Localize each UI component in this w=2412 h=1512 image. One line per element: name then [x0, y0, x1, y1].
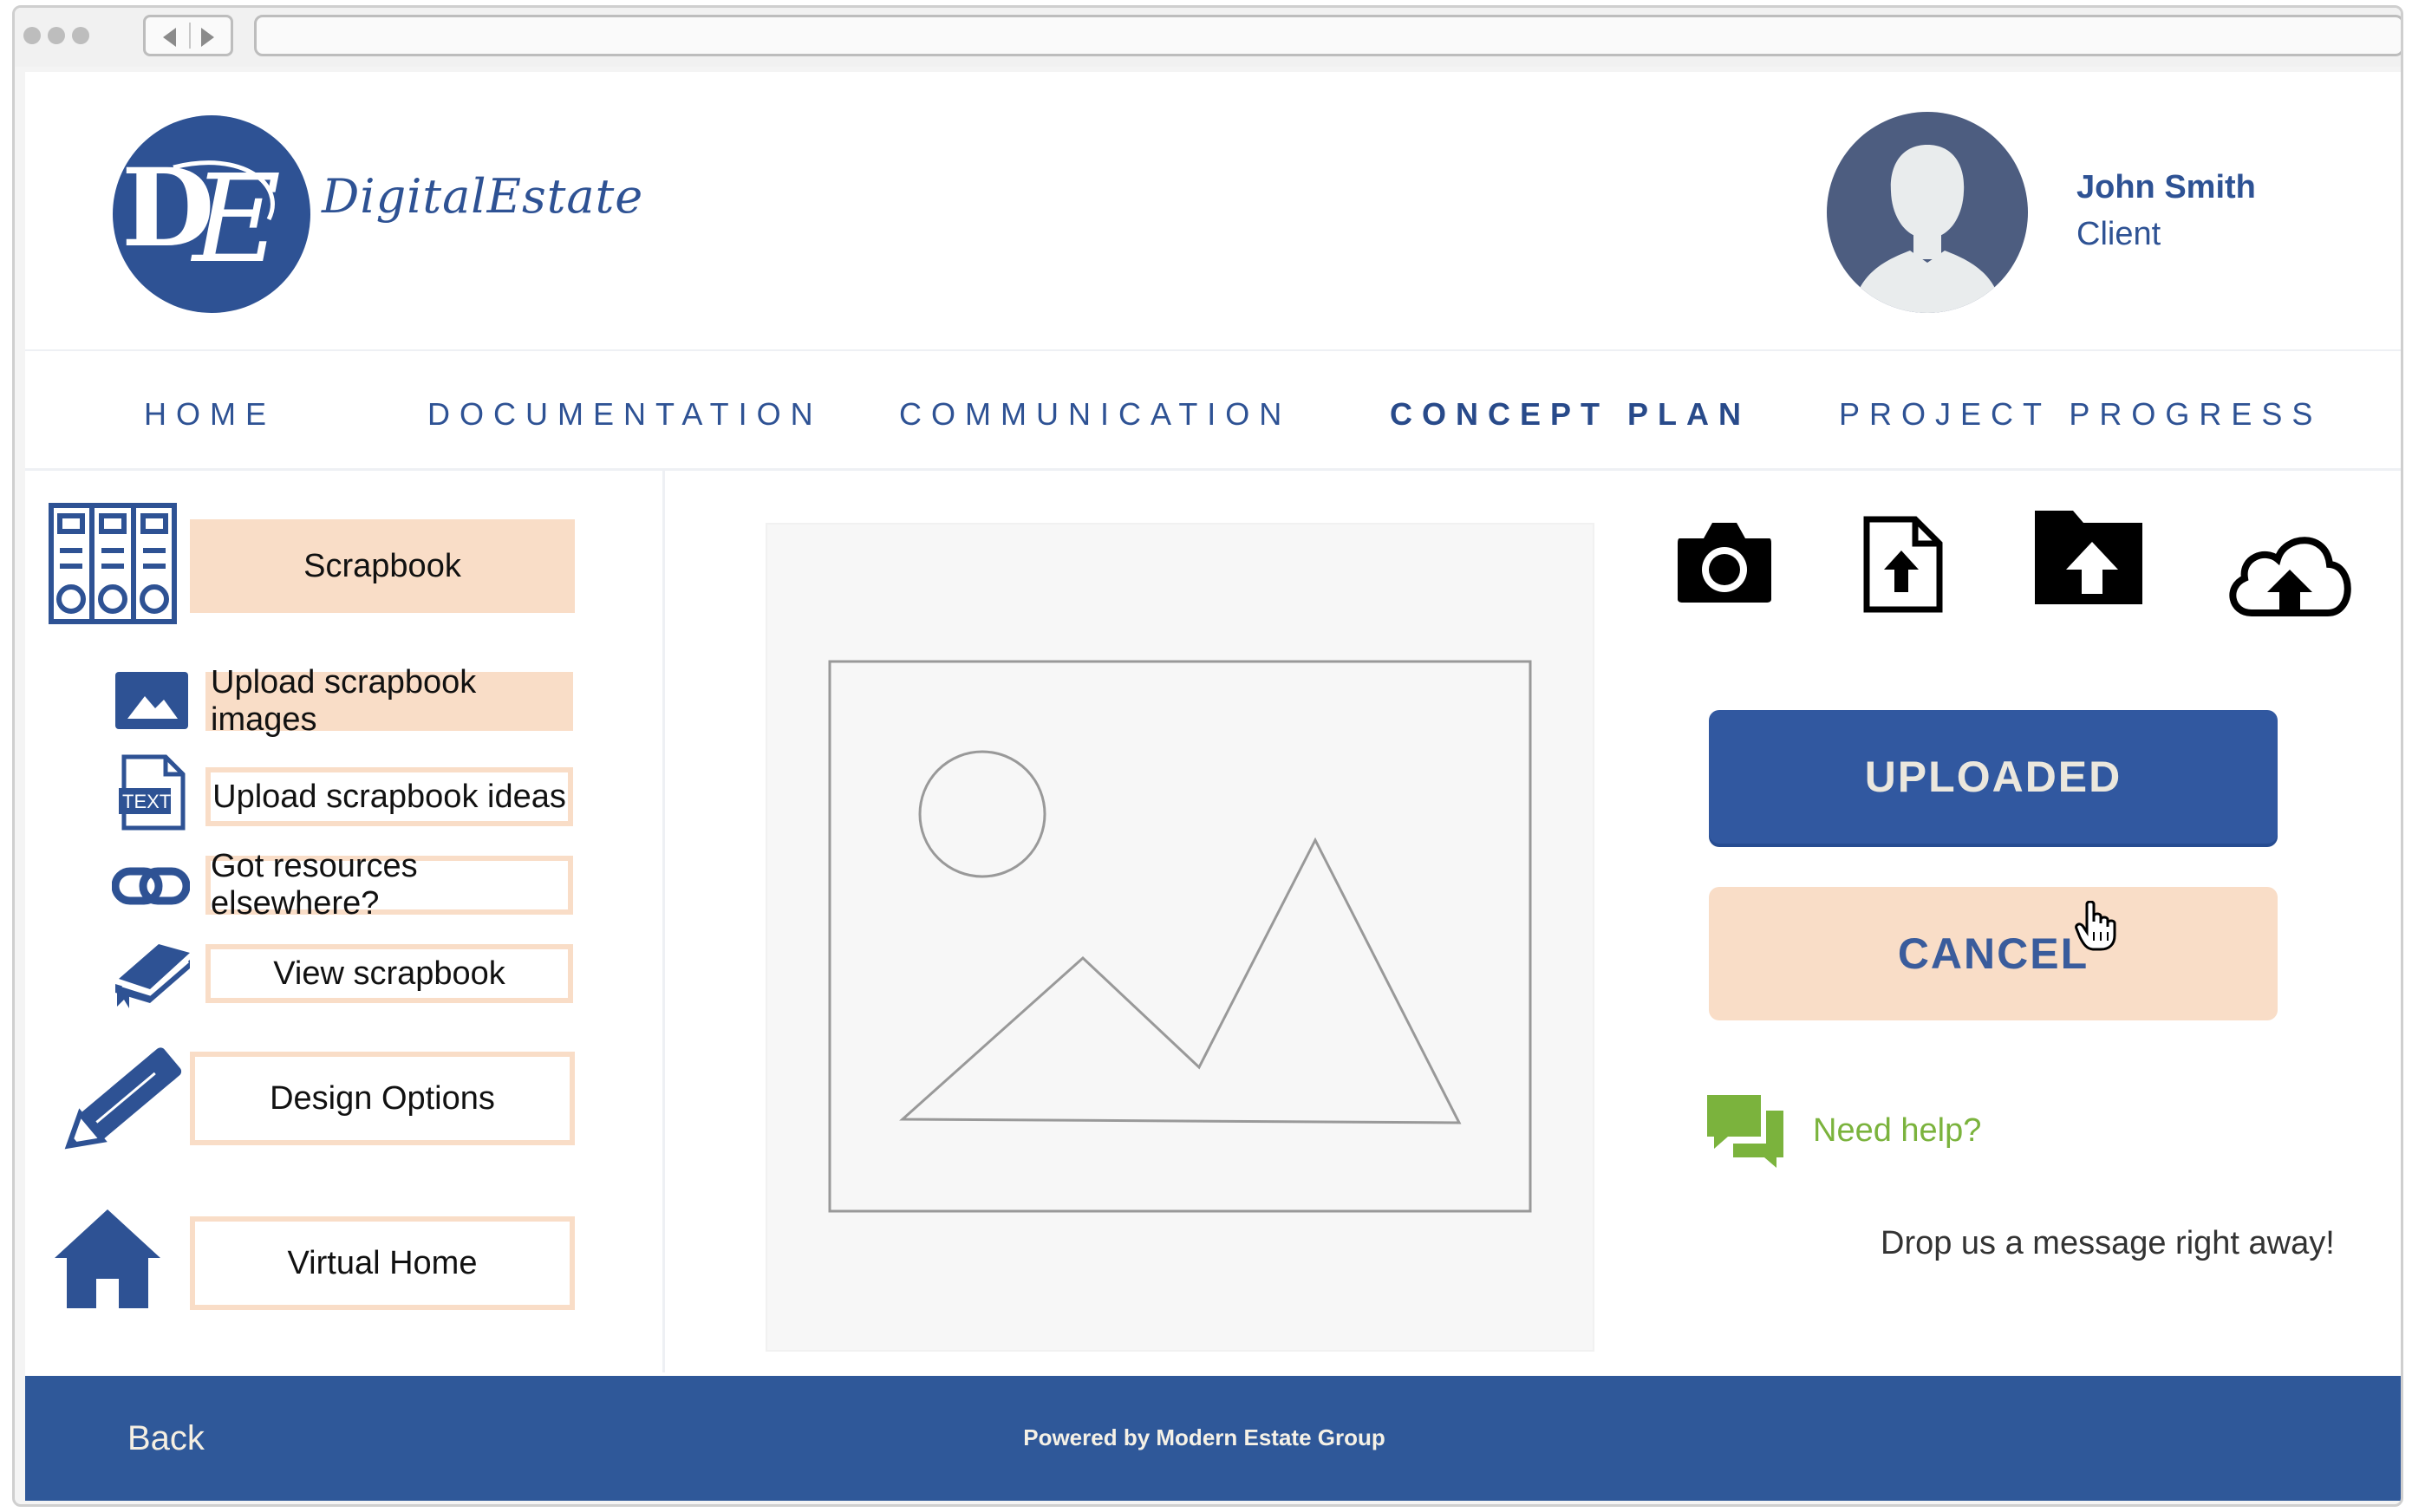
svg-text:TEXT: TEXT	[122, 791, 171, 812]
design-options-label: Design Options	[270, 1079, 495, 1117]
got-resources-elsewhere-button[interactable]: Got resources elsewhere?	[205, 848, 573, 922]
sidebar: Scrapbook Upload scrapbook images TEXT U…	[25, 471, 665, 1372]
need-help-link[interactable]: Need help?	[1813, 1112, 1981, 1150]
main-nav: HOME DOCUMENTATION COMMUNICATION CONCEPT…	[25, 349, 2401, 471]
image-placeholder-icon	[828, 660, 1532, 1213]
upload-scrapbook-ideas-label: Upload scrapbook ideas	[212, 778, 566, 815]
forward-arrow-icon[interactable]	[201, 28, 214, 47]
binders-icon	[49, 503, 177, 624]
cancel-button[interactable]: CANCEL	[1709, 887, 2278, 1020]
image-preview[interactable]	[766, 523, 1594, 1352]
logo-monogram-icon: D E	[121, 146, 281, 290]
user-silhouette-icon	[1853, 145, 2002, 313]
pencil-icon	[64, 1047, 182, 1150]
nav-concept-plan[interactable]: CONCEPT PLAN	[1390, 396, 1750, 433]
minimize-window-dot[interactable]	[48, 27, 65, 44]
footer: Back Powered by Modern Estate Group	[25, 1376, 2401, 1501]
logo[interactable]: D E	[113, 115, 310, 313]
close-window-dot[interactable]	[23, 27, 41, 44]
browser-window: D E DigitalEstate John Smith Client HOME…	[12, 5, 2403, 1507]
home-icon	[55, 1209, 160, 1308]
history-navigation	[143, 15, 233, 56]
nav-project-progress[interactable]: PROJECT PROGRESS	[1839, 396, 2322, 433]
back-arrow-icon[interactable]	[163, 28, 176, 47]
user-role: Client	[2076, 216, 2161, 252]
browser-toolbar	[15, 8, 2401, 67]
view-scrapbook-label: View scrapbook	[273, 955, 505, 992]
cancel-label: CANCEL	[1897, 929, 2089, 978]
nav-documentation[interactable]: DOCUMENTATION	[427, 396, 823, 433]
uploaded-label: UPLOADED	[1864, 753, 2122, 801]
address-bar[interactable]	[254, 15, 2401, 56]
upload-scrapbook-ideas-button[interactable]: Upload scrapbook ideas	[205, 767, 573, 826]
brand-name: DigitalEstate	[322, 169, 644, 224]
file-upload-icon[interactable]	[1861, 516, 1945, 613]
uploaded-button[interactable]: UPLOADED	[1709, 710, 2278, 844]
page: D E DigitalEstate John Smith Client HOME…	[25, 72, 2401, 1501]
image-icon	[115, 672, 188, 729]
svg-text:E: E	[190, 149, 281, 290]
link-icon	[112, 867, 190, 905]
upload-scrapbook-images-label: Upload scrapbook images	[211, 664, 477, 738]
folder-upload-icon[interactable]	[2031, 507, 2146, 608]
nav-home[interactable]: HOME	[144, 396, 276, 433]
scrapbook-label: Scrapbook	[303, 547, 461, 584]
virtual-home-button[interactable]: Virtual Home	[190, 1216, 575, 1310]
book-icon	[115, 944, 190, 1008]
cloud-upload-icon[interactable]	[2222, 526, 2356, 618]
view-scrapbook-button[interactable]: View scrapbook	[205, 944, 573, 1003]
virtual-home-label: Virtual Home	[287, 1244, 478, 1281]
got-resources-elsewhere-label: Got resources elsewhere?	[211, 848, 418, 922]
scrapbook-button[interactable]: Scrapbook	[190, 519, 575, 613]
chat-icon[interactable]	[1704, 1092, 1787, 1170]
footer-credit: Powered by Modern Estate Group	[1023, 1424, 1385, 1450]
avatar[interactable]	[1827, 112, 2028, 313]
camera-icon[interactable]	[1674, 518, 1775, 606]
header: D E DigitalEstate John Smith Client	[25, 72, 2401, 349]
maximize-window-dot[interactable]	[72, 27, 89, 44]
design-options-button[interactable]: Design Options	[190, 1052, 575, 1145]
text-file-icon: TEXT	[119, 754, 186, 831]
hand-cursor-icon	[2075, 901, 2116, 951]
help-message: Drop us a message right away!	[1881, 1225, 2335, 1261]
nav-communication[interactable]: COMMUNICATION	[899, 396, 1291, 433]
user-name: John Smith	[2076, 169, 2256, 205]
upload-scrapbook-images-button[interactable]: Upload scrapbook images	[205, 664, 573, 738]
